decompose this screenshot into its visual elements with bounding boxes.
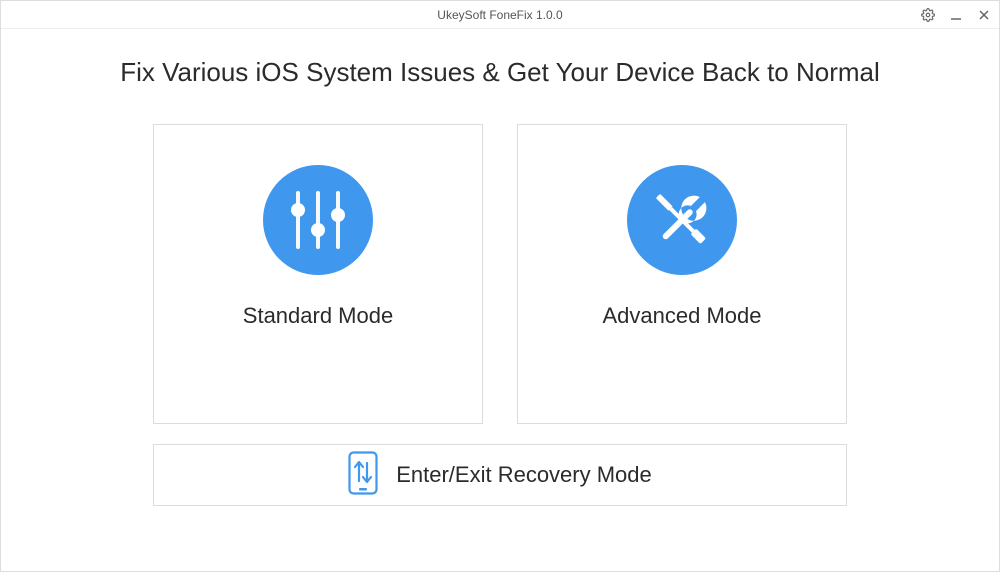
titlebar: UkeySoft FoneFix 1.0.0 — [1, 1, 999, 29]
mode-cards: Standard Mode — [1, 124, 999, 424]
minimize-icon[interactable] — [949, 8, 963, 22]
recovery-mode-label: Enter/Exit Recovery Mode — [396, 462, 652, 488]
window-controls — [921, 1, 991, 28]
standard-mode-label: Standard Mode — [243, 303, 393, 329]
tools-icon — [627, 165, 737, 275]
settings-icon[interactable] — [921, 8, 935, 22]
recovery-mode-button[interactable]: Enter/Exit Recovery Mode — [153, 444, 847, 506]
app-title: UkeySoft FoneFix 1.0.0 — [437, 8, 562, 22]
advanced-mode-label: Advanced Mode — [603, 303, 762, 329]
close-icon[interactable] — [977, 8, 991, 22]
phone-arrows-icon — [348, 451, 378, 500]
page-headline: Fix Various iOS System Issues & Get Your… — [1, 57, 999, 88]
standard-mode-card[interactable]: Standard Mode — [153, 124, 483, 424]
advanced-mode-card[interactable]: Advanced Mode — [517, 124, 847, 424]
sliders-icon — [263, 165, 373, 275]
